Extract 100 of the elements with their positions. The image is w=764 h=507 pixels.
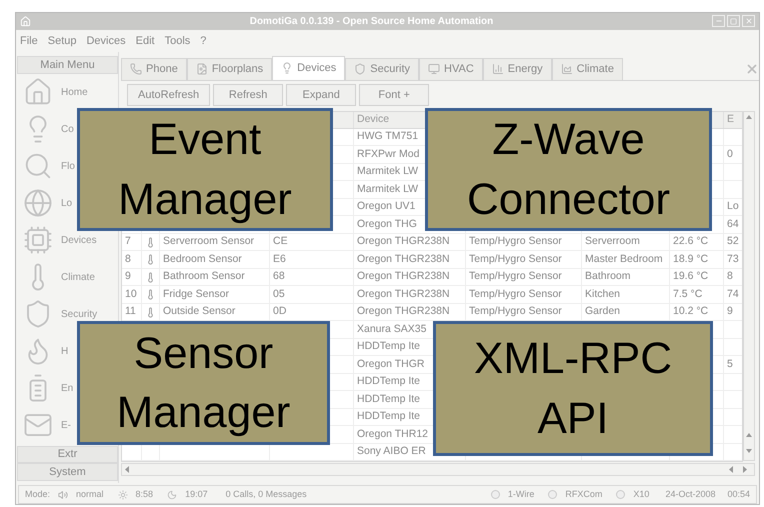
table-cell-text: Temp/Hygro Sensor: [469, 286, 562, 302]
tab[interactable]: Phone: [121, 58, 187, 80]
sidebar-item[interactable]: Security: [61, 306, 98, 322]
interface-label: X10: [633, 488, 650, 501]
sidebar-section[interactable]: System: [17, 463, 118, 481]
chip-icon[interactable]: [23, 225, 53, 256]
table-cell-text: Oregon THGR238N: [357, 252, 450, 267]
image-file-icon: [196, 63, 208, 76]
sidebar-item[interactable]: Co: [61, 122, 74, 137]
table-cell-text: Oregon UV1: [357, 199, 416, 214]
tab[interactable]: Security: [345, 58, 420, 80]
feature-label: Sensor Manager: [77, 321, 330, 445]
table-cell-text: Oregon THGR238N: [357, 269, 450, 284]
table-cell-text: Xanura SAX35: [357, 322, 426, 337]
table-cell-text: 8: [125, 252, 131, 267]
sidebar-item[interactable]: Flo: [61, 158, 75, 174]
table-cell-text: 73: [727, 252, 739, 267]
feature-label: Z-Wave Connector: [425, 108, 712, 231]
speaker-icon: [58, 490, 68, 500]
table-cell-text: RFXPwr Mod: [357, 146, 420, 162]
sidebar-item[interactable]: Lo: [61, 196, 72, 211]
menu-item[interactable]: Tools: [164, 32, 190, 50]
table-cell-text: Sony AIBO ER: [357, 444, 426, 460]
table-cell-text: Oregon THG: [357, 216, 417, 232]
tab[interactable]: Climate: [552, 58, 623, 80]
close-icon: [744, 17, 752, 26]
tab[interactable]: Devices: [272, 56, 346, 80]
window-title: DomotiGa 0.0.139 - Open Source Home Automation: [248, 14, 494, 29]
table-cell-text: 0: [727, 146, 733, 162]
sidebar-item[interactable]: Climate: [61, 270, 95, 285]
mode-value: normal: [76, 488, 104, 501]
sidebar-item[interactable]: En: [61, 380, 74, 396]
table-cell-text: Marmitek LW: [357, 182, 418, 197]
table-cell-text: 9: [727, 304, 733, 320]
status-led-icon: [490, 490, 500, 500]
table-cell-text: Bathroom Sensor: [163, 269, 245, 284]
table-cell-text: 7: [125, 234, 131, 250]
status-time: 00:54: [727, 488, 750, 501]
table-cell-text: Temp/Hygro Sensor: [469, 269, 562, 284]
horizontal-scrollbar[interactable]: [121, 463, 755, 476]
table-cell-text: Kitchen: [585, 286, 620, 302]
tab[interactable]: Floorplans: [186, 58, 272, 80]
table-cell-text: Fridge Sensor: [163, 286, 229, 302]
toolbar-button[interactable]: Refresh: [213, 84, 284, 106]
menu-item[interactable]: Setup: [48, 32, 76, 50]
status-led-icon: [548, 490, 558, 500]
sidebar-item[interactable]: E-: [61, 418, 71, 433]
sidebar-item[interactable]: Devices: [61, 232, 97, 248]
column-header[interactable]: E: [727, 112, 734, 128]
table-cell-text: Oregon THGR238N: [357, 286, 450, 302]
menu-item[interactable]: Devices: [86, 32, 126, 50]
menu-item[interactable]: File: [20, 32, 38, 50]
table-cell-text: 0D: [273, 304, 286, 320]
status-date: 24-Oct-2008: [665, 488, 716, 501]
table-cell-text: 74: [727, 286, 739, 302]
tab[interactable]: Energy: [482, 58, 552, 80]
table-cell-text: 5: [727, 356, 733, 372]
table-cell-text: Master Bedroom: [585, 252, 663, 267]
minimize-button[interactable]: [712, 15, 725, 28]
table-cell-text: Outside Sensor: [163, 304, 236, 320]
table-cell-text: Temp/Hygro Sensor: [469, 304, 562, 320]
display-icon: [428, 63, 440, 76]
table-cell-text: Serverroom Sensor: [163, 234, 254, 250]
menu-item[interactable]: Edit: [136, 32, 155, 50]
sidebar-item[interactable]: Home: [61, 84, 88, 100]
vertical-scrollbar[interactable]: [743, 110, 755, 461]
feature-label: XML-RPC API: [433, 321, 713, 456]
sidebar-item[interactable]: H: [61, 344, 68, 359]
sidebar-header: Main Menu: [17, 56, 118, 74]
column-header[interactable]: Device: [357, 112, 390, 128]
table-cell-text: 22.6 °C: [673, 234, 708, 250]
table-cell-text: 05: [273, 286, 285, 302]
table-cell-text: HWG TM751: [357, 129, 418, 144]
table-cell-text: Oregon THGR: [357, 356, 424, 372]
table-cell-text: Oregon THGR238N: [357, 304, 450, 320]
close-icon[interactable]: [745, 62, 759, 76]
sidebar-section[interactable]: Extr: [17, 446, 118, 464]
table-cell-text: Oregon THR12: [357, 426, 428, 442]
globe-icon[interactable]: [23, 188, 53, 218]
table-cell-text: Oregon THGR238N: [357, 234, 450, 250]
sunset-time: 19:07: [185, 488, 208, 501]
tab[interactable]: HVAC: [419, 58, 483, 80]
toolbar-button[interactable]: Expand: [286, 84, 356, 106]
table-cell-text: Bathroom: [585, 269, 631, 284]
table-cell-text: Serverroom: [585, 234, 640, 250]
maximize-button[interactable]: [727, 15, 740, 28]
menu-item[interactable]: ?: [200, 32, 206, 50]
table-cell-text: 9: [125, 269, 131, 284]
table-cell-text: CE: [273, 234, 288, 250]
toolbar-button[interactable]: Font +: [359, 84, 430, 106]
app-icon: [20, 16, 31, 27]
table-cell-text: HDDTemp Ite: [357, 374, 420, 390]
shield-icon: [354, 63, 366, 76]
moon-icon: [167, 490, 178, 500]
maximize-icon: [730, 18, 737, 25]
table-cell-text: Garden: [585, 304, 620, 320]
close-button[interactable]: [742, 15, 755, 28]
table-cell-text: Bedroom Sensor: [163, 252, 242, 267]
table-cell-text: 64: [727, 216, 739, 232]
toolbar-button[interactable]: AutoRefresh: [127, 84, 210, 106]
